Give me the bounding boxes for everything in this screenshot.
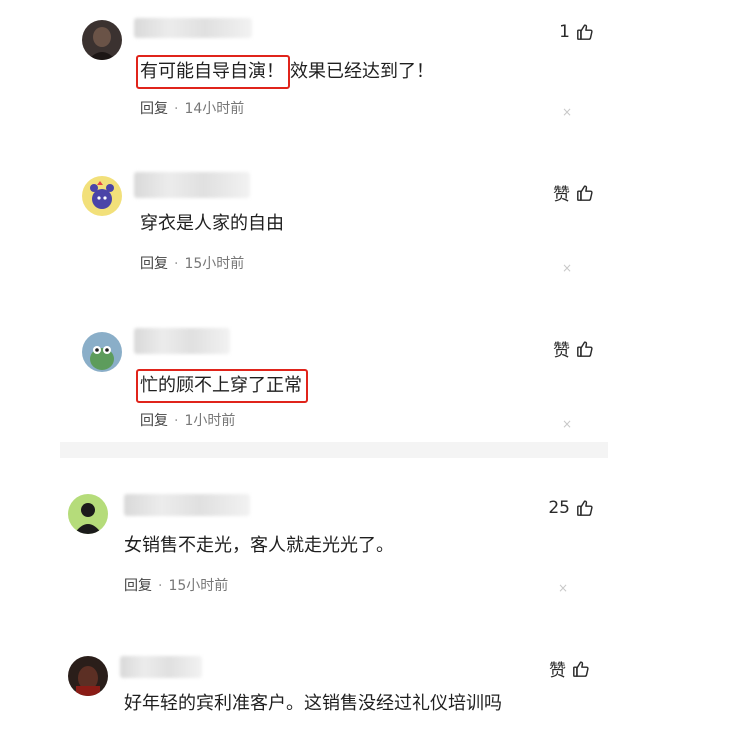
like-label: 赞	[549, 661, 566, 681]
highlighted-text: 忙的顾不上穿了正常	[136, 369, 308, 403]
username-blurred[interactable]	[134, 328, 230, 354]
like-button[interactable]: 赞	[553, 180, 594, 205]
meta-separator: ·	[174, 413, 179, 429]
comment-text: 有可能自导自演！ 效果已经达到了！	[136, 55, 434, 89]
reply-link[interactable]: 回复	[140, 413, 168, 429]
thumbs-up-icon	[577, 24, 593, 40]
like-count: 1	[559, 22, 570, 42]
comment-list-bottom: 25 女销售不走光，客人就走光光了。 回复 · 15小时前 × 赞 好年轻的宾利…	[60, 458, 608, 730]
like-label: 赞	[553, 185, 570, 205]
meta-separator: ·	[174, 256, 179, 272]
thumbs-up-icon	[577, 340, 593, 357]
like-button[interactable]: 1	[559, 22, 594, 42]
timestamp: 15小时前	[184, 256, 245, 272]
username-blurred[interactable]	[134, 18, 252, 38]
section-divider	[60, 442, 608, 458]
thumbs-up-icon	[577, 184, 593, 201]
comment-text: 好年轻的宾利准客户。这销售没经过礼仪培训吗	[124, 692, 502, 716]
thumbs-up-icon	[573, 660, 589, 677]
comment-item: 25 女销售不走光，客人就走光光了。 回复 · 15小时前 ×	[60, 486, 608, 616]
comment-text: 穿衣是人家的自由	[140, 212, 284, 236]
like-count: 25	[548, 498, 570, 518]
comment-list-top: 1 有可能自导自演！ 效果已经达到了！ 回复 · 14小时前 × 赞 穿衣是人家…	[60, 18, 608, 442]
timestamp: 14小时前	[184, 101, 245, 117]
avatar[interactable]	[82, 20, 122, 60]
comment-text-rest: 穿衣是人家的自由	[140, 213, 284, 234]
like-button[interactable]: 赞	[549, 656, 590, 681]
comment-text-rest: 女销售不走光，客人就走光光了。	[124, 535, 394, 556]
close-icon[interactable]: ×	[558, 582, 568, 594]
like-label: 赞	[553, 341, 570, 361]
comment-meta: 回复 · 1小时前	[140, 411, 235, 431]
comment-meta: 回复 · 15小时前	[140, 254, 244, 274]
reply-link[interactable]: 回复	[140, 256, 168, 272]
avatar[interactable]	[68, 656, 108, 696]
comment-meta: 回复 · 14小时前	[140, 99, 244, 119]
comment-text: 忙的顾不上穿了正常	[136, 369, 308, 403]
reply-link[interactable]: 回复	[140, 101, 168, 117]
timestamp: 15小时前	[168, 578, 229, 594]
meta-separator: ·	[158, 578, 163, 594]
comment-text: 女销售不走光，客人就走光光了。	[124, 534, 394, 558]
comment-text-rest: 效果已经达到了！	[290, 61, 434, 82]
username-blurred[interactable]	[134, 172, 250, 198]
username-blurred[interactable]	[124, 494, 250, 516]
username-blurred[interactable]	[120, 656, 202, 678]
reply-link[interactable]: 回复	[124, 578, 152, 594]
avatar[interactable]	[82, 176, 122, 216]
comment-item: 1 有可能自导自演！ 效果已经达到了！ 回复 · 14小时前 ×	[60, 18, 608, 138]
thumbs-up-icon	[577, 500, 593, 516]
comment-item: 赞 好年轻的宾利准客户。这销售没经过礼仪培训吗	[60, 648, 608, 730]
comment-text-rest: 好年轻的宾利准客户。这销售没经过礼仪培训吗	[124, 693, 502, 714]
comment-item: 赞 忙的顾不上穿了正常 回复 · 1小时前 ×	[60, 326, 608, 442]
avatar[interactable]	[82, 332, 122, 372]
like-button[interactable]: 赞	[553, 336, 594, 361]
comment-meta: 回复 · 15小时前	[124, 576, 228, 596]
avatar[interactable]	[68, 494, 108, 534]
close-icon[interactable]: ×	[562, 106, 572, 118]
comment-item: 赞 穿衣是人家的自由 回复 · 15小时前 ×	[60, 170, 608, 300]
meta-separator: ·	[174, 101, 179, 117]
highlighted-text: 有可能自导自演！	[136, 55, 290, 89]
timestamp: 1小时前	[184, 413, 236, 429]
like-button[interactable]: 25	[548, 498, 594, 518]
close-icon[interactable]: ×	[562, 418, 572, 430]
close-icon[interactable]: ×	[562, 262, 572, 274]
